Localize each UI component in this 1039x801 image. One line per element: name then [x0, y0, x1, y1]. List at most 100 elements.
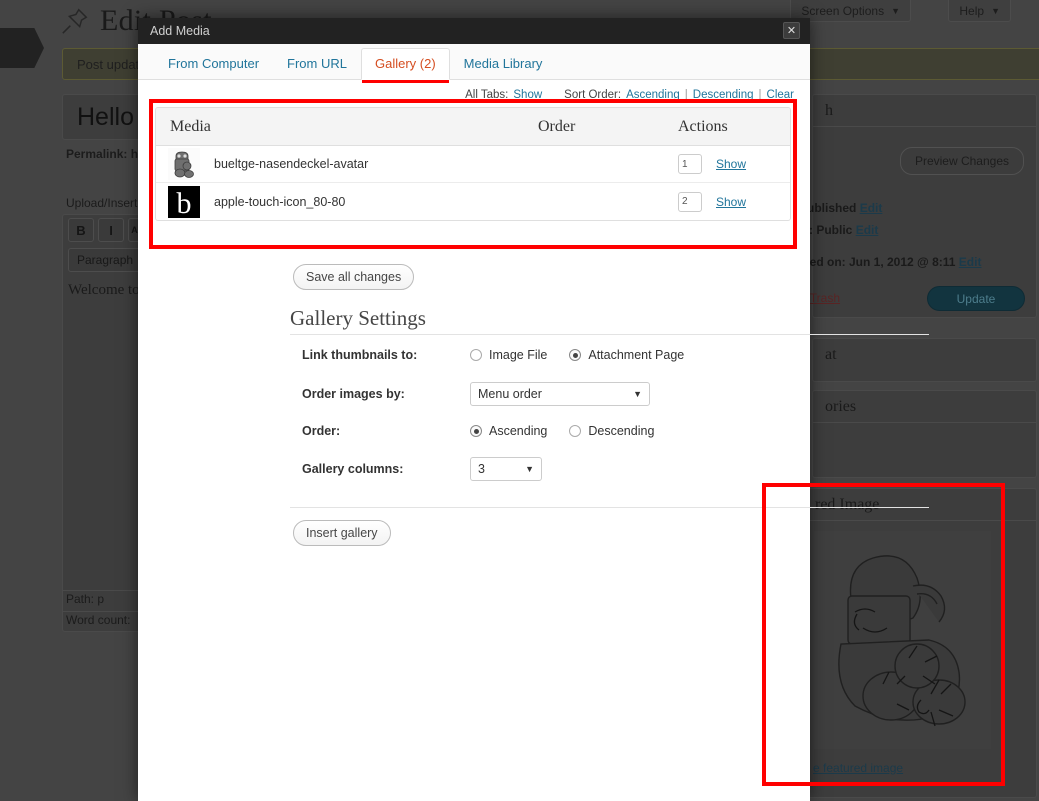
show-link[interactable]: Show — [716, 195, 746, 209]
published-on-line: lished on: Jun 1, 2012 @ 8:11 Edit — [789, 255, 981, 269]
gallery-media-table: Media Order Actions bueltge-nasendeckel-… — [155, 107, 791, 221]
editor-toolbar-row2: Paragraph — [68, 248, 143, 272]
media-cell: bueltge-nasendeckel-avatar — [156, 148, 538, 180]
media-tabs: From Computer From URL Gallery (2) Media… — [138, 44, 810, 83]
order-images-by-select[interactable]: Menu order ▼ — [470, 382, 650, 406]
sort-separator-2: | — [758, 89, 762, 101]
editor-content-text: Welcome to — [68, 282, 140, 298]
set-featured-image-link[interactable]: e featured image — [813, 761, 903, 775]
sort-descending-link[interactable]: Descending — [693, 89, 754, 101]
order-images-by-value: Menu order — [478, 387, 542, 401]
insert-gallery-button[interactable]: Insert gallery — [293, 520, 391, 546]
header-media: Media — [170, 117, 211, 135]
tab-from-computer[interactable]: From Computer — [154, 48, 273, 80]
chevron-down-icon: ▼ — [525, 464, 534, 474]
header-order: Order — [538, 117, 576, 135]
sort-clear-link[interactable]: Clear — [767, 89, 794, 101]
paragraph-format-select[interactable]: Paragraph — [68, 248, 143, 272]
close-icon[interactable]: ✕ — [783, 22, 800, 39]
tab-gallery[interactable]: Gallery (2) — [360, 48, 450, 83]
featured-image-metabox-title: red Image — [791, 489, 1036, 521]
post-visibility-value: : Public — [809, 223, 853, 237]
letter-b-thumbnail-icon: b — [168, 185, 200, 220]
table-row[interactable]: b apple-touch-icon_80-80 Show — [156, 183, 790, 220]
help-label: Help — [959, 3, 985, 18]
all-tabs-show-link[interactable]: Show — [513, 89, 542, 101]
edit-visibility-link[interactable]: Edit — [856, 223, 879, 237]
italic-button[interactable]: I — [98, 218, 124, 242]
table-header-row: Media Order Actions — [156, 108, 790, 146]
avatar-thumbnail-icon — [168, 148, 200, 180]
gallery-columns-select[interactable]: 3 ▼ — [470, 457, 542, 481]
edit-publish-date-link[interactable]: Edit — [959, 255, 982, 269]
media-filename: apple-touch-icon_80-80 — [214, 194, 346, 209]
save-all-changes-button[interactable]: Save all changes — [293, 264, 415, 290]
gallery-settings-heading: Gallery Settings — [290, 306, 426, 330]
order-images-by-label: Order images by: — [302, 387, 405, 401]
publish-metabox: h Preview Changes Published Edit : Publi… — [789, 94, 1037, 318]
permalink-label: Permalink: h — [66, 147, 139, 161]
preview-changes-button[interactable]: Preview Changes — [899, 147, 1024, 175]
radio-attachment-page-label: Attachment Page — [588, 348, 685, 362]
order-input[interactable] — [678, 191, 702, 212]
sort-order-group: Sort Order: Ascending | Descending | Cle… — [564, 89, 794, 101]
featured-image-metabox: red Image e featured image — [790, 488, 1037, 798]
bold-button[interactable]: B — [68, 218, 94, 242]
editor-path-status: Path: p — [66, 592, 105, 606]
format-metabox: at — [812, 338, 1037, 382]
order-images-by-row: Order images by: Menu order ▼ — [302, 382, 650, 406]
gallery-settings-divider — [290, 334, 929, 335]
order-row: Order: Ascending Descending — [302, 424, 676, 438]
radio-descending[interactable]: Descending — [569, 424, 654, 438]
chevron-down-icon: ▼ — [891, 5, 900, 16]
update-button[interactable]: Update — [927, 286, 1025, 311]
chevron-down-icon: ▼ — [633, 389, 642, 399]
editor-word-count: Word count: — [66, 613, 131, 627]
pushpin-icon — [60, 6, 90, 36]
svg-text:b: b — [177, 187, 192, 218]
radio-image-file-label: Image File — [489, 348, 548, 362]
gallery-columns-value: 3 — [478, 462, 485, 476]
categories-metabox-title: ories — [813, 391, 1036, 423]
screen-options-label: Screen Options — [801, 3, 885, 18]
actions-cell: Show — [678, 191, 788, 212]
sort-separator-1: | — [684, 89, 688, 101]
published-on-value: lished on: Jun 1, 2012 @ 8:11 — [789, 255, 956, 269]
table-row[interactable]: bueltge-nasendeckel-avatar Show — [156, 146, 790, 183]
insert-gallery-divider — [290, 507, 929, 508]
tab-from-url[interactable]: From URL — [273, 48, 361, 80]
radio-ascending[interactable]: Ascending — [470, 424, 547, 438]
radio-image-file[interactable]: Image File — [470, 348, 547, 362]
radio-icon-selected — [470, 425, 482, 437]
edit-status-link[interactable]: Edit — [860, 201, 883, 215]
post-status-line: Published Edit — [799, 201, 882, 215]
tab-media-library[interactable]: Media Library — [450, 48, 557, 80]
order-input[interactable] — [678, 154, 702, 174]
gallery-columns-row: Gallery columns: 3 ▼ — [302, 457, 542, 481]
categories-metabox: ories — [812, 390, 1037, 478]
media-subbar: All Tabs: Show Sort Order: Ascending | D… — [138, 84, 810, 106]
radio-ascending-label: Ascending — [489, 424, 548, 438]
media-cell: b apple-touch-icon_80-80 — [156, 185, 538, 220]
header-actions: Actions — [678, 117, 728, 135]
radio-descending-label: Descending — [588, 424, 655, 438]
help-tab[interactable]: Help ▼ — [948, 0, 1011, 22]
all-tabs-group: All Tabs: Show — [465, 89, 542, 101]
radio-icon-selected — [569, 349, 582, 361]
upload-insert-label: Upload/Insert — [66, 196, 138, 210]
radio-attachment-page[interactable]: Attachment Page — [569, 348, 684, 362]
link-thumbnails-label: Link thumbnails to: — [302, 348, 418, 362]
media-filename: bueltge-nasendeckel-avatar — [214, 157, 369, 171]
add-media-modal: Add Media ✕ From Computer From URL Galle… — [138, 18, 929, 801]
cartoon-cat-illustration — [838, 555, 966, 727]
publish-metabox-title: h — [813, 95, 1036, 127]
all-tabs-label: All Tabs: — [465, 89, 509, 101]
gallery-columns-label: Gallery columns: — [302, 462, 404, 476]
actions-cell: Show — [678, 154, 788, 174]
featured-image-preview[interactable] — [813, 531, 991, 749]
sort-order-label: Sort Order: — [564, 89, 622, 101]
show-link[interactable]: Show — [716, 157, 746, 171]
post-visibility-line: : Public Edit — [809, 223, 878, 237]
order-label: Order: — [302, 424, 341, 438]
sort-ascending-link[interactable]: Ascending — [626, 89, 680, 101]
